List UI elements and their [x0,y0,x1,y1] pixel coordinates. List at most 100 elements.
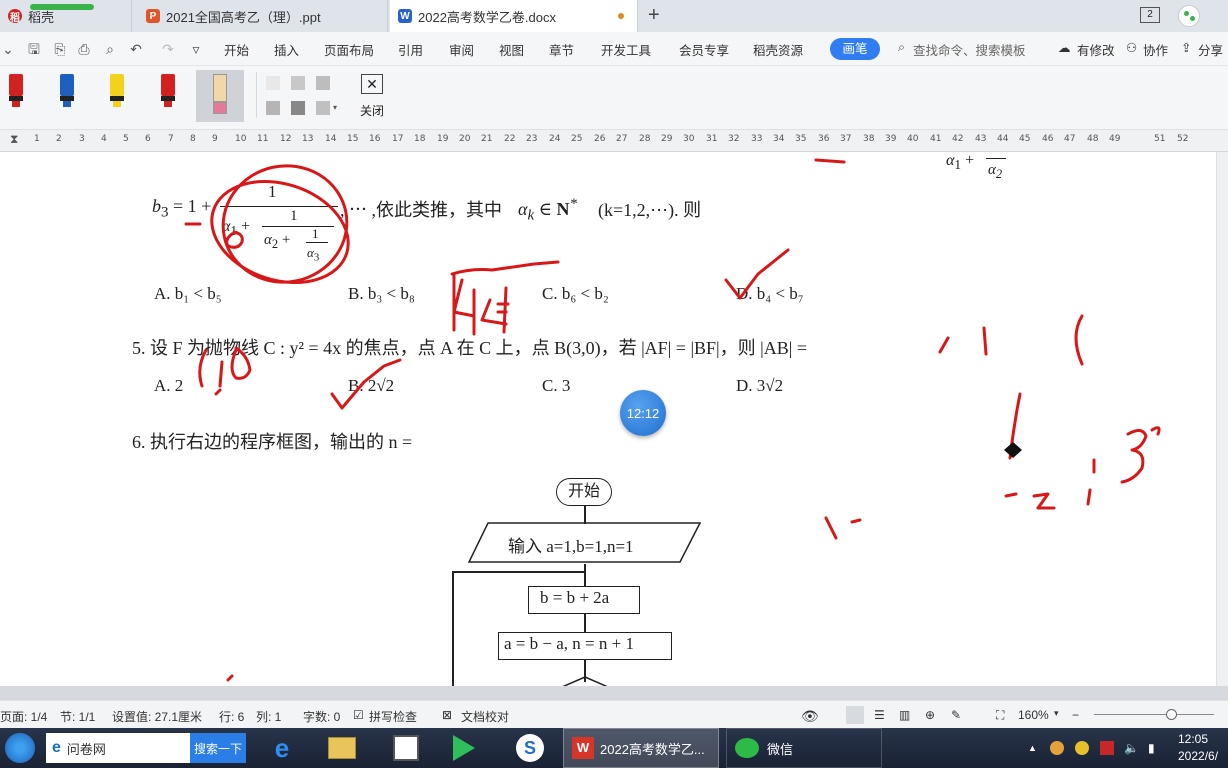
outline-view-icon[interactable]: ☰ [874,708,885,722]
start-button[interactable] [0,728,40,768]
tray-expand-icon[interactable]: ▲ [1028,728,1037,768]
menu-view[interactable]: 视图 [499,40,524,59]
video-player-icon[interactable] [446,728,482,768]
search-button[interactable]: 搜索一下 [190,733,246,763]
ruler-tick-label: 16 [369,134,381,144]
menu-chapter[interactable]: 章节 [549,40,574,59]
zoom-slider-handle[interactable] [1166,709,1177,720]
search-icon[interactable]: ⌕ [898,40,905,55]
ruler-tick-label: 36 [818,134,830,144]
web-view-icon[interactable]: ⊕ [925,708,935,722]
menu-daoke[interactable]: 稻壳资源 [753,40,803,59]
menu-insert[interactable]: 插入 [274,40,299,59]
dark-gray-color-icon[interactable] [291,101,305,115]
section-indicator[interactable]: 节: 1/1 [60,708,95,725]
save-icon[interactable]: 🖫 [26,41,42,57]
network-icon[interactable]: ▮ [1148,728,1155,768]
zoom-level[interactable]: 160% [1018,708,1049,722]
command-search[interactable]: 查找命令、搜索模板 [913,40,1026,59]
redo-icon[interactable]: ↷ [160,41,176,57]
screen-record-timer[interactable]: 12:12 [620,390,666,436]
yellow-highlighter-icon[interactable] [108,74,126,110]
spellcheck-button[interactable]: 拼写检查 [369,708,417,725]
tab-daoke[interactable]: 稻 稻壳 [0,0,132,32]
menu-devtools[interactable]: 开发工具 [601,40,651,59]
ruler-tick-label: 10 [235,134,247,144]
new-tab-button[interactable]: + [648,4,660,27]
chevron-down-icon[interactable]: ▾ [333,103,337,112]
geogebra-icon[interactable] [390,728,422,768]
pen-view-icon[interactable]: ✎ [951,708,961,722]
tab-docx[interactable]: W 2022高考数学乙卷.docx [390,0,638,32]
menu-member[interactable]: 会员专享 [679,40,729,59]
preview-icon[interactable]: ⌕ [102,41,118,57]
blue-pen-icon[interactable] [58,74,76,110]
share-button[interactable]: 分享 [1198,40,1223,59]
color-more-icon[interactable] [316,101,330,115]
fit-icon[interactable]: ⛶ [996,708,1004,723]
proofread-button[interactable]: 文档校对 [461,708,509,725]
red-pen-icon[interactable] [7,74,25,110]
ruler-tick-label: 30 [683,134,695,144]
taskbar-word-window[interactable]: W 2022高考数学乙... [563,728,719,768]
close-icon[interactable]: ✕ [361,74,383,94]
file-explorer-icon[interactable] [324,728,360,768]
gray-color-icon[interactable] [266,101,280,115]
zoom-slider[interactable] [1094,714,1214,715]
menu-reference[interactable]: 引用 [398,40,423,59]
page-indicator[interactable]: 页面: 1/4 [0,708,47,725]
menu-bar: ⌄ 🖫 ⎘ ⎙ ⌕ ↶ ↷ ▿ 开始 插入 页面布局 引用 审阅 视图 章节 开… [0,32,1228,66]
ruler-tick-label: 1 [34,134,40,144]
thin-stroke-icon[interactable] [266,76,280,90]
menu-pen-tab[interactable]: 画笔 [830,38,880,60]
ie-browser-icon[interactable]: e [264,728,300,768]
ruler-tick-label: 13 [302,134,314,144]
modified-status[interactable]: 有修改 [1077,40,1115,59]
ruler-tick-label: 14 [325,134,337,144]
medium-stroke-icon[interactable] [291,76,305,90]
clock-date[interactable]: 2022/6/ [1178,749,1218,763]
menu-start[interactable]: 开始 [224,40,249,59]
word-count[interactable]: 字数: 0 [303,708,340,725]
thick-stroke-icon[interactable] [316,76,330,90]
progress-indicator [30,4,94,10]
horizontal-scrollbar[interactable] [0,686,1228,700]
eye-icon[interactable]: 👁 [801,708,819,725]
page-view-icon[interactable] [846,706,864,724]
eraser-tool[interactable] [196,70,244,122]
ruler-tick-label: 28 [639,134,651,144]
collab-button[interactable]: 协作 [1143,40,1168,59]
ie-search-field[interactable]: e 问卷网 [46,733,190,763]
red-highlighter-icon[interactable] [159,74,177,110]
ruler-tick-label: 33 [751,134,763,144]
tray-record-icon[interactable] [1100,741,1114,755]
tray-add-icon[interactable] [1075,741,1089,755]
export-icon[interactable]: ⎘ [52,41,68,57]
menu-review[interactable]: 审阅 [449,40,474,59]
close-pen-button[interactable]: 关闭 [360,102,384,119]
tray-app-icon[interactable] [1050,741,1064,755]
zoom-out-icon[interactable]: − [1072,708,1079,722]
clock-time[interactable]: 12:05 [1178,732,1208,746]
vertical-scrollbar[interactable] [1216,152,1228,686]
menu-layout[interactable]: 页面布局 [324,40,374,59]
taskbar-wechat-window[interactable]: 微信 [726,728,882,768]
reading-view-icon[interactable]: ▥ [899,708,910,722]
ruler-tick-label: 27 [616,134,628,144]
document-page[interactable]: b3 = 1 + 1 α1 + 1 α2 + 1 α3 , ⋯ ,依此类推，其中… [0,152,1216,686]
more-icon[interactable]: ▿ [188,41,204,57]
undo-icon[interactable]: ↶ [128,41,144,57]
setting-value[interactable]: 设置值: 27.1厘米 [112,708,202,725]
window-count-badge[interactable]: 2 [1140,7,1160,23]
tab-label: 2022高考数学乙卷.docx [418,9,556,25]
ruler-tick-label: 46 [1042,134,1054,144]
sogou-icon[interactable]: S [512,728,548,768]
chevron-down-icon[interactable]: ⌄ [0,41,16,57]
tab-ppt[interactable]: P 2021全国高考乙（理）.ppt [138,0,388,32]
volume-icon[interactable]: 🔈 [1124,728,1139,768]
print-icon[interactable]: ⎙ [76,41,92,57]
avatar[interactable] [1178,5,1200,27]
chevron-down-icon[interactable]: ▾ [1054,708,1059,719]
ruler[interactable]: 1 2 3 4 5 6 7 8 9 10 11 12 13 14 15 16 17 18 19 20 21 22 23 24 2… [0,130,1228,152]
indent-marker-icon[interactable]: ⧗ [10,132,18,147]
